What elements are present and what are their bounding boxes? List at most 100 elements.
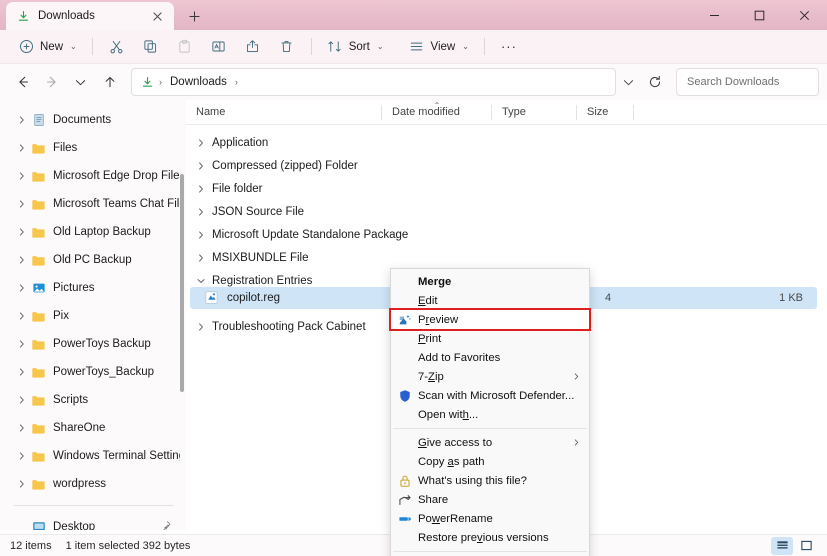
refresh-button[interactable] xyxy=(642,69,668,95)
column-header-name[interactable]: Name xyxy=(186,100,382,125)
share-button[interactable] xyxy=(236,34,270,60)
close-icon[interactable] xyxy=(149,8,166,25)
sidebar-item-documents[interactable]: Documents xyxy=(4,106,180,134)
tab-downloads[interactable]: Downloads xyxy=(6,2,174,30)
cut-button[interactable] xyxy=(100,34,134,60)
sort-button[interactable]: Sort ⌄ xyxy=(319,34,392,60)
menu-item-give-access-to[interactable]: Give access to xyxy=(391,433,589,452)
sidebar-scrollbar[interactable] xyxy=(180,174,184,392)
menu-item-merge[interactable]: Merge xyxy=(391,272,589,291)
group-chevron-icon[interactable] xyxy=(194,162,208,170)
chevron-right-icon[interactable] xyxy=(14,280,30,296)
view-button[interactable]: View ⌄ xyxy=(401,34,477,60)
menu-item-7-zip[interactable]: 7-Zip xyxy=(391,367,589,386)
menu-item-copy-as-path[interactable]: Copy as path xyxy=(391,452,589,471)
file-group-header[interactable]: Microsoft Update Standalone Package xyxy=(186,223,827,246)
new-button[interactable]: New ⌄ xyxy=(10,34,85,60)
close-window-icon[interactable] xyxy=(782,0,827,30)
chevron-right-icon[interactable] xyxy=(14,224,30,240)
menu-item-what-s-using-this-file[interactable]: What's using this file? xyxy=(391,471,589,490)
group-chevron-icon[interactable] xyxy=(194,139,208,147)
sidebar-item-files[interactable]: Files xyxy=(4,134,180,162)
forward-button[interactable] xyxy=(37,68,66,96)
file-group-header[interactable]: Application xyxy=(186,131,827,154)
chevron-right-icon[interactable] xyxy=(14,168,30,184)
chevron-right-icon[interactable] xyxy=(14,364,30,380)
search-box[interactable] xyxy=(676,68,819,96)
menu-item-label: Merge xyxy=(418,276,589,288)
file-group-header[interactable]: File folder xyxy=(186,177,827,200)
menu-item-add-to-favorites[interactable]: Add to Favorites xyxy=(391,348,589,367)
address-dropdown-chevron-icon[interactable] xyxy=(616,70,640,94)
chevron-right-icon[interactable] xyxy=(14,112,30,128)
menu-item-open-with[interactable]: Open with... xyxy=(391,405,589,424)
chevron-right-icon[interactable] xyxy=(14,308,30,324)
chevron-right-icon[interactable] xyxy=(14,140,30,156)
menu-item-powerrename[interactable]: PowerRename xyxy=(391,509,589,528)
recent-locations-button[interactable] xyxy=(66,68,95,96)
menu-item-preview[interactable]: Preview xyxy=(391,310,589,329)
pin-icon[interactable] xyxy=(161,521,171,531)
sidebar-item-old-pc-backup[interactable]: Old PC Backup xyxy=(4,246,180,274)
minimize-icon[interactable] xyxy=(692,0,737,30)
sidebar-item-powertoys-backup[interactable]: PowerToys Backup xyxy=(4,330,180,358)
more-options-button[interactable]: ··· xyxy=(492,34,526,60)
column-header-size[interactable]: Size xyxy=(577,100,634,125)
group-chevron-icon[interactable] xyxy=(194,208,208,216)
file-group-header[interactable]: MSIXBUNDLE File xyxy=(186,246,827,269)
menu-item-restore-previous-versions[interactable]: Restore previous versions xyxy=(391,528,589,547)
new-button-label: New xyxy=(40,41,63,53)
up-button[interactable] xyxy=(95,68,124,96)
menu-item-share[interactable]: Share xyxy=(391,490,589,509)
chevron-right-icon[interactable] xyxy=(14,420,30,436)
group-chevron-icon[interactable] xyxy=(194,277,208,285)
chevron-down-icon: ⌄ xyxy=(70,42,77,51)
paste-button[interactable] xyxy=(168,34,202,60)
sidebar-item-old-laptop-backup[interactable]: Old Laptop Backup xyxy=(4,218,180,246)
sidebar-item-windows-terminal-settings[interactable]: Windows Terminal Settings xyxy=(4,442,180,470)
menu-item-edit[interactable]: Edit xyxy=(391,291,589,310)
back-button[interactable] xyxy=(8,68,37,96)
file-group-header[interactable]: JSON Source File xyxy=(186,200,827,223)
breadcrumb-separator-2[interactable]: › xyxy=(235,77,238,87)
search-input[interactable] xyxy=(687,76,827,88)
sidebar-item-microsoft-teams-chat-files[interactable]: Microsoft Teams Chat Files xyxy=(4,190,180,218)
context-menu[interactable]: Merge EditPreviewPrintAdd to Favorites7-Z… xyxy=(390,268,590,556)
file-group-header[interactable]: Compressed (zipped) Folder xyxy=(186,154,827,177)
tiles-view-icon[interactable] xyxy=(795,537,817,555)
maximize-icon[interactable] xyxy=(737,0,782,30)
column-divider[interactable] xyxy=(633,105,634,120)
new-tab-button[interactable] xyxy=(181,4,207,28)
sidebar-item-pictures[interactable]: Pictures xyxy=(4,274,180,302)
rename-button[interactable] xyxy=(202,34,236,60)
navigation-pane[interactable]: DocumentsFilesMicrosoft Edge Drop FilesM… xyxy=(0,100,186,530)
breadcrumb-downloads[interactable]: Downloads xyxy=(167,74,230,90)
column-header-type[interactable]: Type xyxy=(492,100,577,125)
menu-item-scan-with-microsoft-defender[interactable]: Scan with Microsoft Defender... xyxy=(391,386,589,405)
group-chevron-icon[interactable] xyxy=(194,185,208,193)
chevron-right-icon[interactable] xyxy=(14,448,30,464)
details-view-icon[interactable] xyxy=(771,537,793,555)
sidebar-item-wordpress[interactable]: wordpress xyxy=(4,470,180,498)
sidebar-item-pix[interactable]: Pix xyxy=(4,302,180,330)
chevron-right-icon[interactable] xyxy=(14,196,30,212)
copy-button[interactable] xyxy=(134,34,168,60)
sidebar-item-scripts[interactable]: Scripts xyxy=(4,386,180,414)
column-header-date-modified[interactable]: ⌃ Date modified xyxy=(382,100,492,125)
chevron-right-icon[interactable] xyxy=(14,252,30,268)
folder-icon xyxy=(30,364,47,380)
group-chevron-icon[interactable] xyxy=(194,231,208,239)
sidebar-item-shareone[interactable]: ShareOne xyxy=(4,414,180,442)
sidebar-item-powertoys-backup[interactable]: PowerToys_Backup xyxy=(4,358,180,386)
sidebar-item-desktop-quick[interactable]: Desktop xyxy=(4,513,180,530)
chevron-right-icon[interactable] xyxy=(14,392,30,408)
group-chevron-icon[interactable] xyxy=(194,254,208,262)
sidebar-item-microsoft-edge-drop-files[interactable]: Microsoft Edge Drop Files xyxy=(4,162,180,190)
group-chevron-icon[interactable] xyxy=(194,323,208,331)
address-breadcrumb-bar[interactable]: › Downloads › xyxy=(131,68,616,96)
chevron-right-icon[interactable] xyxy=(14,336,30,352)
file-group-label: Troubleshooting Pack Cabinet xyxy=(208,321,366,333)
menu-item-print[interactable]: Print xyxy=(391,329,589,348)
delete-button[interactable] xyxy=(270,34,304,60)
chevron-right-icon[interactable] xyxy=(14,476,30,492)
